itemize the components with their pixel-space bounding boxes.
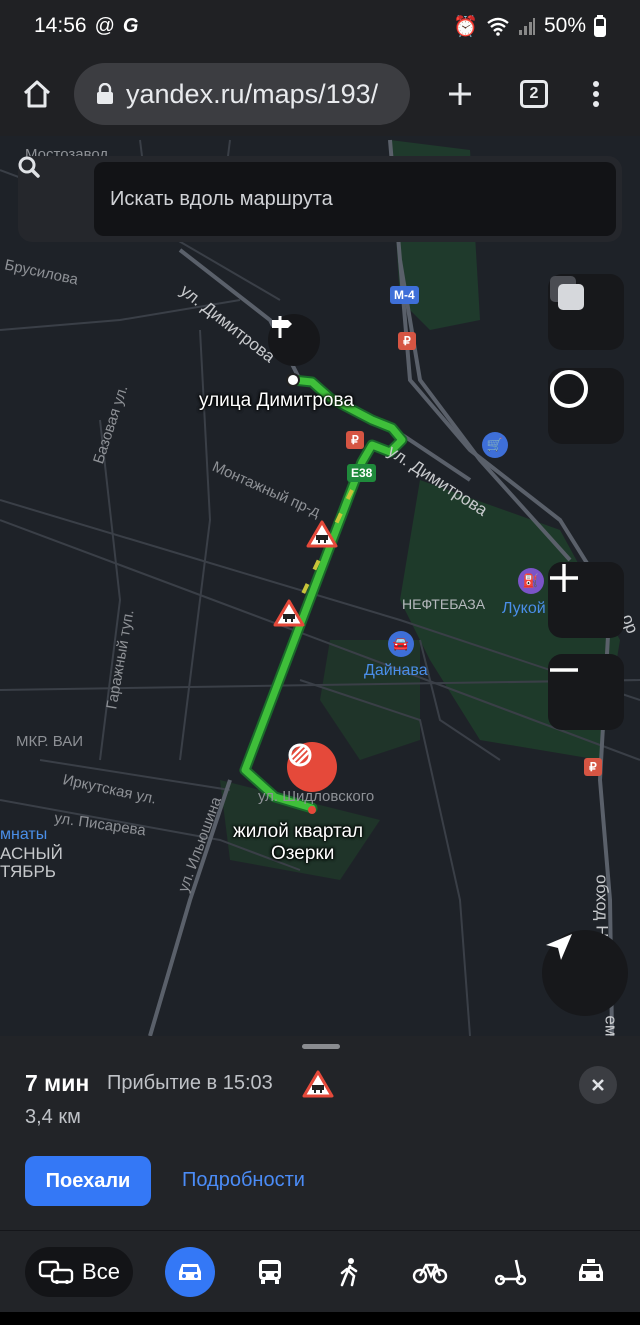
tab-count: 2 xyxy=(520,80,548,108)
status-bar: 14:56 @ G ⏰ 50% xyxy=(0,0,640,52)
toll-icon: ₽ xyxy=(584,758,602,776)
district-label: МКР. ВАИ xyxy=(16,733,84,750)
route-end-marker[interactable] xyxy=(287,742,337,792)
poi-label-lukoil: Лукой xyxy=(502,600,546,617)
alarm-icon: ⏰ xyxy=(453,15,478,38)
street-label: обход Н xyxy=(592,874,612,938)
search-button[interactable] xyxy=(18,156,94,242)
route-search-input[interactable] xyxy=(94,162,616,236)
tab-switcher-button[interactable]: 2 xyxy=(504,52,564,136)
signpost-icon xyxy=(272,316,292,338)
more-vert-icon xyxy=(593,81,599,107)
map-canvas xyxy=(0,139,640,1036)
transport-all-tab[interactable]: Все xyxy=(25,1247,133,1297)
url-text: yandex.ru/maps/193/ xyxy=(126,78,379,109)
location-arrow-icon xyxy=(546,934,572,960)
transport-bus-tab[interactable] xyxy=(245,1247,295,1297)
route-distance: 3,4 км xyxy=(25,1106,81,1128)
start-navigation-button[interactable]: Поехали xyxy=(25,1156,151,1206)
layers-icon xyxy=(550,276,584,310)
poi-label: мнаты xyxy=(0,826,48,843)
transport-car-tab[interactable] xyxy=(165,1247,215,1297)
route-end-label-line1: жилой квартал xyxy=(233,821,364,842)
route-details-link[interactable]: Подробности xyxy=(182,1169,305,1192)
plus-icon xyxy=(550,564,578,592)
battery-percent: 50% xyxy=(543,14,586,37)
road-badge-e38: E38 xyxy=(347,464,377,482)
alice-icon xyxy=(550,370,588,408)
route-summary-sheet: 7 мин Прибытие в 15:03 3,4 км Поехали По… xyxy=(0,1036,640,1230)
new-tab-button[interactable] xyxy=(430,52,490,136)
browser-toolbar: yandex.ru/maps/193/ 2 xyxy=(0,52,640,136)
my-location-button[interactable] xyxy=(542,930,628,1016)
route-end-dot xyxy=(308,806,316,814)
car-service-icon[interactable]: 🚘 xyxy=(388,631,414,657)
system-nav-strip xyxy=(0,1312,640,1325)
alice-assistant-button[interactable] xyxy=(548,368,624,444)
poi-label-dainava: Дайнава xyxy=(364,662,428,679)
transport-mode-bar: Все xyxy=(0,1230,640,1312)
arrival-time: Прибытие в 15:03 xyxy=(107,1072,273,1094)
route-start-dot xyxy=(286,373,300,387)
route-end-label-line2: Озерки xyxy=(271,843,335,864)
zoom-in-button[interactable] xyxy=(548,562,624,638)
minus-icon xyxy=(550,668,578,672)
map-view[interactable]: Мостозавод Брусилова ул. Димитрова Базов… xyxy=(0,136,640,1036)
transport-all-label: Все xyxy=(82,1259,120,1284)
lock-icon xyxy=(97,83,113,104)
layers-button[interactable] xyxy=(548,274,624,350)
sheet-grabber[interactable] xyxy=(302,1044,340,1049)
g-app-icon: G xyxy=(122,14,139,37)
bus-icon xyxy=(259,1260,281,1284)
poi-label-neftebaza: НЕФТЕБАЗА xyxy=(402,596,486,612)
railroad-crossing-warning-icon[interactable] xyxy=(273,599,305,627)
walk-icon xyxy=(340,1258,358,1287)
route-start-marker[interactable] xyxy=(268,314,320,366)
fuel-station-icon[interactable]: ⛽ xyxy=(518,568,544,594)
signal-icon xyxy=(518,18,535,35)
route-start-label: улица Димитрова xyxy=(199,390,354,411)
zoom-out-button[interactable] xyxy=(548,654,624,730)
address-bar[interactable]: yandex.ru/maps/193/ xyxy=(74,63,410,125)
poi-label: АСНЫЙ xyxy=(0,844,63,863)
at-sign-icon: @ xyxy=(94,14,115,37)
browser-menu-button[interactable] xyxy=(566,52,626,136)
road-badge-m4: М-4 xyxy=(390,286,419,304)
close-route-button[interactable] xyxy=(579,1066,617,1104)
shop-icon[interactable]: 🛒 xyxy=(482,432,508,458)
transport-bike-tab[interactable] xyxy=(405,1247,455,1297)
all-transport-icon xyxy=(38,1260,74,1284)
route-search-panel xyxy=(18,156,622,242)
home-button[interactable] xyxy=(0,52,74,136)
route-duration: 7 мин xyxy=(25,1070,90,1096)
close-icon xyxy=(592,1079,604,1091)
transport-walk-tab[interactable] xyxy=(325,1247,375,1297)
railroad-crossing-warning-icon xyxy=(302,1070,334,1098)
wifi-icon xyxy=(487,17,509,36)
toll-icon: ₽ xyxy=(346,431,364,449)
battery-icon xyxy=(594,15,606,37)
destination-flag-icon xyxy=(288,743,312,767)
transport-scooter-tab[interactable] xyxy=(486,1247,536,1297)
taxi-icon xyxy=(579,1259,603,1281)
car-icon xyxy=(179,1264,201,1280)
plus-icon xyxy=(449,83,471,105)
poi-label: ТЯБРЬ xyxy=(0,862,56,881)
bicycle-icon xyxy=(412,1263,448,1284)
scooter-icon xyxy=(494,1259,527,1286)
status-time: 14:56 xyxy=(34,14,87,37)
home-icon xyxy=(23,80,51,108)
search-icon xyxy=(18,156,40,178)
street-label: ем xyxy=(601,1015,621,1036)
railroad-crossing-warning-icon[interactable] xyxy=(306,520,338,548)
toll-icon: ₽ xyxy=(398,332,416,350)
transport-taxi-tab[interactable] xyxy=(566,1247,616,1297)
